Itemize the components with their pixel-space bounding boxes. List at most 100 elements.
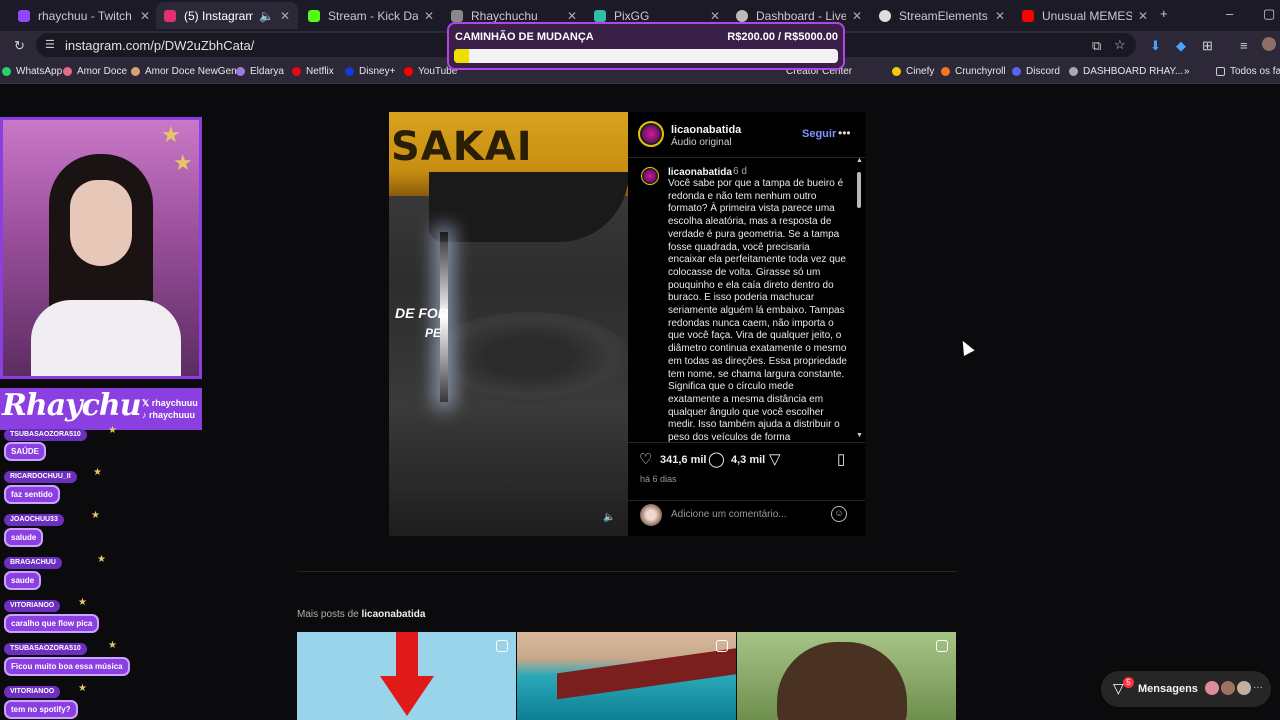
save-bookmark-icon[interactable]: ▯ [837, 450, 845, 468]
chat-username: BRAGACHUU [4, 557, 62, 569]
bookmarks-overflow-icon[interactable]: » [1184, 66, 1190, 77]
youtube-icon [1022, 9, 1034, 22]
video-caption: DE FOR [395, 305, 448, 321]
bookmark-item[interactable]: Amor Doce NewGen [131, 66, 237, 77]
cinefy-icon [892, 67, 901, 76]
site-info-icon[interactable]: ☰ [45, 38, 55, 51]
caption-avatar[interactable] [641, 167, 659, 185]
tab-title: Dashboard - LivePix [756, 8, 846, 23]
caption-text: Você sabe por que a tampa de bueiro é re… [668, 178, 847, 442]
kick-icon [308, 9, 320, 22]
streamer-face [70, 180, 132, 266]
webcam-feed: ★ ★ [0, 117, 202, 379]
twitter-handle: 𝕏 rhaychuuu [142, 398, 198, 408]
reel-icon [716, 640, 728, 652]
reload-icon[interactable]: ↻ [14, 38, 25, 54]
speaker-icon[interactable]: 🔈 [259, 9, 274, 23]
more-post-thumbnail[interactable] [517, 632, 736, 720]
goal-title: CAMINHÃO DE MUDANÇA [455, 31, 594, 43]
star-icon: ★ [93, 467, 102, 478]
bookmark-item[interactable]: Netflix [292, 66, 334, 77]
caption-username[interactable]: licaonabatida [668, 167, 732, 178]
follow-button[interactable]: Seguir [802, 128, 836, 140]
close-tab-icon[interactable]: ✕ [567, 9, 577, 23]
menu-icon[interactable]: ≡ [1240, 38, 1248, 53]
star-icon: ★ [97, 554, 106, 565]
bookmark-item[interactable]: Discord [1012, 66, 1060, 77]
maximize-button[interactable]: ▢ [1263, 6, 1275, 22]
new-tab-button[interactable]: + [1160, 6, 1168, 21]
emoji-icon[interactable]: ☺ [831, 506, 847, 522]
bookmark-item[interactable]: Eldarya [236, 66, 284, 77]
minimize-button[interactable]: – [1226, 6, 1233, 21]
messages-badge: 5 [1123, 677, 1134, 688]
comment-count[interactable]: 4,3 mil [731, 454, 765, 466]
goal-progress-fill [454, 49, 470, 63]
ship-image [557, 646, 736, 700]
tab-kick[interactable]: Stream - Kick Dashboard ✕ [300, 2, 442, 29]
chat-username: VITORIANOO [4, 686, 61, 698]
bookmark-item[interactable]: Cinefy [892, 66, 934, 77]
profile-avatar[interactable] [1262, 37, 1276, 51]
comment-input[interactable]: Adicione um comentário... [671, 509, 787, 520]
tab-instagram[interactable]: (5) Instagram 🔈 ✕ [156, 2, 298, 29]
tab-title: rhaychuu - Twitch [38, 8, 132, 23]
more-options-icon[interactable]: ••• [838, 126, 851, 140]
machine-label: SAKAI [391, 124, 533, 170]
audio-label[interactable]: Áudio original [671, 137, 732, 148]
close-tab-icon[interactable]: ✕ [140, 9, 150, 23]
bookmark-item[interactable]: DASHBOARD RHAY... [1069, 66, 1183, 77]
share-icon[interactable]: ▽ [769, 450, 781, 468]
messages-label[interactable]: Mensagens [1138, 683, 1198, 695]
volume-icon[interactable]: 🔈 [603, 512, 615, 523]
discord-icon [1012, 67, 1021, 76]
tab-streamelements[interactable]: StreamElements - Activit ✕ [871, 2, 1013, 29]
twitch-icon [18, 9, 30, 22]
manhole-image [429, 312, 628, 402]
tab-twitch[interactable]: rhaychuu - Twitch ✕ [10, 2, 158, 29]
author-avatar[interactable] [638, 121, 664, 147]
more-posts-user[interactable]: licaonabatida [361, 609, 425, 620]
close-tab-icon[interactable]: ✕ [280, 9, 290, 23]
crunchyroll-icon [941, 67, 950, 76]
install-app-icon[interactable]: ⧉ [1092, 38, 1101, 54]
close-tab-icon[interactable]: ✕ [995, 9, 1005, 23]
close-tab-icon[interactable]: ✕ [710, 9, 720, 23]
bookmark-item[interactable]: WhatsApp [2, 66, 62, 77]
goal-amount: R$200.00 / R$5000.00 [727, 31, 838, 43]
comment-icon[interactable]: ◯ [708, 450, 725, 468]
chat-username: TSUBASAOZORA510 [4, 429, 87, 441]
star-icon: ★ [161, 122, 181, 147]
like-count[interactable]: 341,6 mil [660, 454, 706, 466]
scrollbar-thumb[interactable] [857, 172, 861, 208]
download-icon[interactable]: ⬇ [1150, 38, 1161, 54]
url-text[interactable]: instagram.com/p/DW2uZbhCata/ [65, 38, 254, 53]
puzzle-icon[interactable]: ⊞ [1202, 38, 1213, 54]
bookmark-star-icon[interactable]: ☆ [1114, 37, 1126, 53]
author-username[interactable]: licaonabatida [671, 124, 741, 136]
more-post-thumbnail[interactable] [297, 632, 516, 720]
disney-icon [345, 67, 354, 76]
star-icon: ★ [108, 640, 117, 651]
post-video[interactable]: SAKAI DE FOR PE [389, 112, 628, 536]
close-tab-icon[interactable]: ✕ [1138, 9, 1148, 23]
bookmark-item[interactable]: Crunchyroll [941, 66, 1006, 77]
bookmark-folder[interactable]: Todos os fav [1216, 66, 1280, 77]
tab-title: PixGG [614, 8, 650, 23]
scroll-down-icon[interactable]: ▼ [856, 432, 863, 439]
whatsapp-icon [2, 67, 11, 76]
tab-youtube-memes[interactable]: Unusual MEMES são ES ✕ [1014, 2, 1156, 29]
extension-icon[interactable]: ◆ [1176, 38, 1186, 54]
close-tab-icon[interactable]: ✕ [424, 9, 434, 23]
tab-title: StreamElements - Activit [899, 8, 989, 23]
more-contacts-icon[interactable]: ··· [1253, 682, 1263, 693]
bookmark-item[interactable]: Amor Doce [63, 66, 127, 77]
scroll-up-icon[interactable]: ▲ [856, 157, 863, 164]
more-post-thumbnail[interactable] [737, 632, 956, 720]
like-heart-icon[interactable]: ♡ [639, 450, 652, 468]
chat-username: JOAOCHUU33 [4, 514, 64, 526]
chat-message: SAÚDE [4, 442, 47, 461]
user-avatar [640, 504, 662, 526]
close-tab-icon[interactable]: ✕ [852, 9, 862, 23]
bookmark-item[interactable]: Disney+ [345, 66, 395, 77]
